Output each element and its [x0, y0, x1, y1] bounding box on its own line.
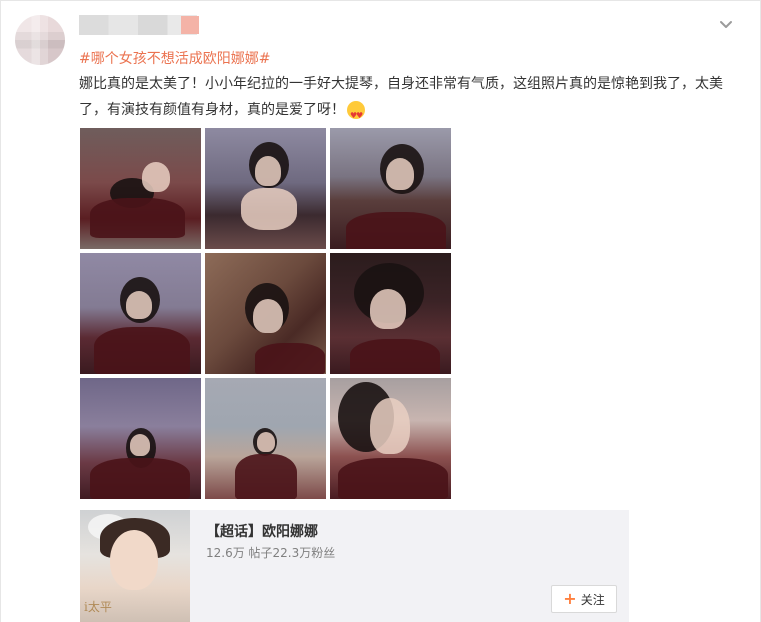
post-text: 娜比真的是太美了！小小年纪拉的一手好大提琴，自身还非常有气质，这组照片真的是惊艳… [79, 76, 723, 118]
supertopic-cover-image[interactable]: i太平 [80, 510, 190, 622]
weibo-post-card: #哪个女孩不想活成欧阳娜娜# 娜比真的是太美了！小小年纪拉的一手好大提琴，自身还… [0, 0, 761, 622]
follow-label: 关注 [580, 592, 605, 607]
follow-button[interactable]: + 关注 [551, 585, 617, 613]
supertopic-card[interactable]: i太平 【超话】欧阳娜娜 12.6万 帖子22.3万粉丝 + 关注 [80, 510, 629, 622]
photo-grid [80, 128, 451, 499]
username-blurred[interactable] [79, 15, 199, 35]
photo-thumbnail-2[interactable] [205, 128, 326, 249]
supertopic-stats: 12.6万 帖子22.3万粉丝 [206, 546, 336, 560]
hashtag-link[interactable]: #哪个女孩不想活成欧阳娜娜# [79, 48, 270, 68]
photo-thumbnail-3[interactable] [330, 128, 451, 249]
photo-thumbnail-7[interactable] [80, 378, 201, 499]
post-body: 娜比真的是太美了！小小年纪拉的一手好大提琴，自身还非常有气质，这组照片真的是惊艳… [79, 71, 739, 129]
username-blur-fragment [181, 16, 199, 34]
cover-watermark: i太平 [84, 600, 112, 614]
photo-thumbnail-6[interactable] [330, 253, 451, 374]
photo-thumbnail-4[interactable] [80, 253, 201, 374]
supertopic-title[interactable]: 【超话】欧阳娜娜 [206, 521, 318, 541]
photo-thumbnail-5[interactable] [205, 253, 326, 374]
avatar[interactable] [15, 15, 65, 65]
photo-thumbnail-8[interactable] [205, 378, 326, 499]
plus-icon: + [563, 589, 577, 608]
chevron-down-icon[interactable] [718, 17, 734, 33]
photo-thumbnail-1[interactable] [80, 128, 201, 249]
photo-thumbnail-9[interactable] [330, 378, 451, 499]
heart-eyes-emoji-icon [347, 101, 365, 129]
